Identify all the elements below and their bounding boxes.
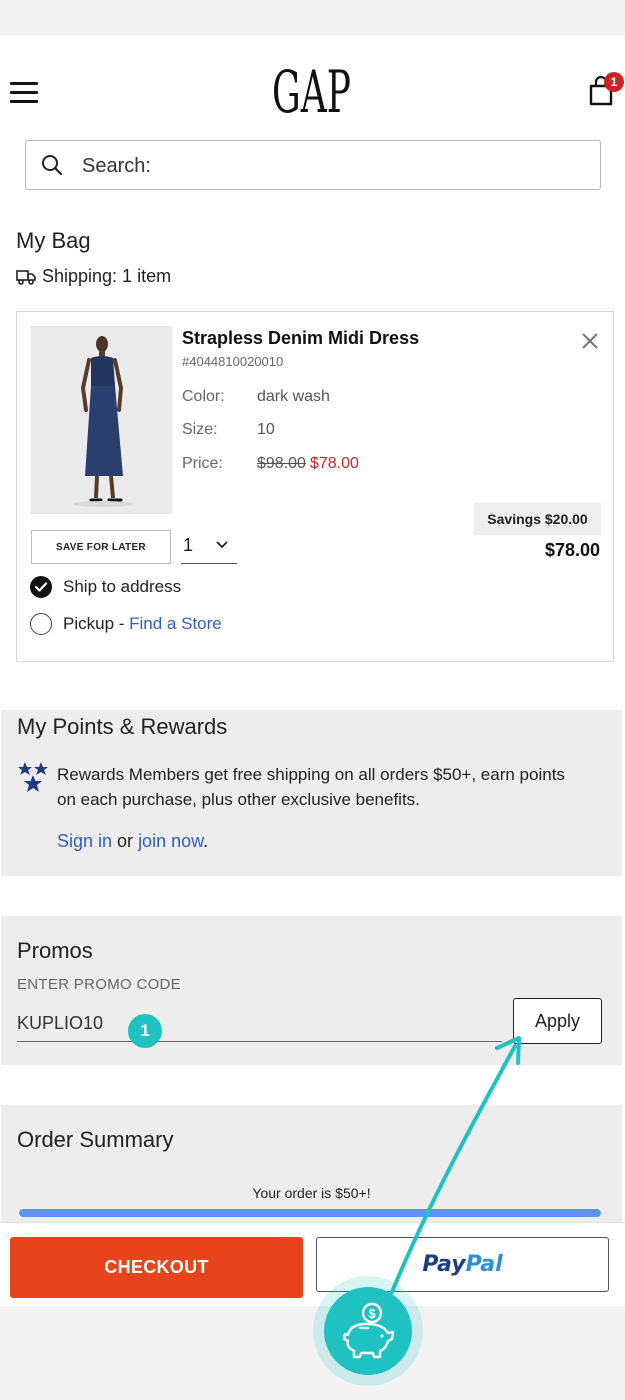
paypal-logo-pal: Pal bbox=[465, 1252, 503, 1277]
rewards-section: My Points & Rewards Rewards Members get … bbox=[1, 710, 622, 876]
truck-icon bbox=[16, 269, 36, 285]
savings-badge: Savings $20.00 bbox=[474, 503, 601, 535]
shipping-summary: Shipping: 1 item bbox=[16, 266, 171, 287]
checkout-button[interactable]: CHECKOUT bbox=[10, 1237, 303, 1298]
size-value: 10 bbox=[257, 421, 275, 438]
unchecked-radio-icon[interactable] bbox=[30, 613, 52, 635]
period-text: . bbox=[203, 831, 209, 851]
apply-promo-button[interactable]: Apply bbox=[513, 998, 602, 1044]
order-summary-title: Order Summary bbox=[17, 1127, 174, 1152]
save-for-later-button[interactable]: SAVE FOR LATER bbox=[31, 530, 171, 564]
promo-code-label: ENTER PROMO CODE bbox=[17, 976, 181, 993]
ship-to-address-label: Ship to address bbox=[63, 577, 182, 596]
bag-count-badge: 1 bbox=[604, 72, 624, 92]
product-name[interactable]: Strapless Denim Midi Dress bbox=[182, 328, 419, 349]
rewards-links: Sign in or join now. bbox=[57, 831, 208, 852]
pickup-label: Pickup - bbox=[63, 614, 130, 633]
product-image[interactable] bbox=[31, 326, 172, 514]
logo-text: GAP bbox=[272, 58, 351, 126]
price-value: $98.00 $78.00 bbox=[257, 455, 359, 473]
order-summary-section: Order Summary Your order is $50+! bbox=[1, 1105, 622, 1223]
promo-code-input[interactable] bbox=[17, 1006, 502, 1042]
rewards-title: My Points & Rewards bbox=[17, 714, 228, 739]
or-text: or bbox=[112, 831, 139, 851]
progress-fill bbox=[19, 1209, 601, 1217]
size-label: Size: bbox=[182, 421, 218, 438]
join-now-link[interactable]: join now bbox=[138, 831, 203, 851]
item-total: $78.00 bbox=[544, 540, 600, 560]
checkout-bar: CHECKOUT Pay Pal bbox=[0, 1222, 625, 1306]
promos-section: Promos ENTER PROMO CODE Apply bbox=[1, 916, 622, 1065]
quantity-value: 1 bbox=[183, 535, 194, 555]
gap-logo[interactable]: GAP bbox=[272, 58, 358, 126]
svg-text:$: $ bbox=[368, 1306, 376, 1321]
rewards-stars-icon bbox=[17, 762, 49, 794]
rewards-description: Rewards Members get free shipping on all… bbox=[57, 765, 565, 809]
page-title: My Bag bbox=[16, 228, 91, 253]
menu-icon[interactable] bbox=[10, 82, 38, 104]
search-icon bbox=[42, 155, 63, 176]
paypal-logo-pay: Pay bbox=[422, 1252, 466, 1277]
quantity-select[interactable]: 1 bbox=[181, 528, 237, 564]
ship-to-address-option[interactable]: Ship to address bbox=[30, 576, 181, 598]
pickup-option[interactable]: Pickup - Find a Store bbox=[30, 613, 222, 635]
piggy-bank-icon[interactable]: $ bbox=[324, 1287, 412, 1375]
sign-in-link[interactable]: Sign in bbox=[57, 831, 112, 851]
search-bar[interactable] bbox=[25, 140, 601, 190]
find-a-store-link[interactable]: Find a Store bbox=[129, 614, 222, 634]
shipping-count: Shipping: 1 item bbox=[42, 266, 172, 286]
checked-radio-icon[interactable] bbox=[30, 576, 52, 598]
sale-price: $78.00 bbox=[309, 455, 359, 472]
search-input[interactable] bbox=[82, 153, 582, 179]
original-price: $98.00 bbox=[257, 455, 306, 472]
step-number-badge: 1 bbox=[128, 1014, 162, 1048]
promos-title: Promos bbox=[17, 938, 93, 963]
free-shipping-progress bbox=[19, 1209, 601, 1217]
free-shipping-message: Your order is $50+! bbox=[252, 1185, 371, 1201]
chevron-down-icon bbox=[216, 541, 228, 549]
price-label: Price: bbox=[182, 455, 223, 472]
color-value: dark wash bbox=[257, 388, 330, 405]
remove-item-icon[interactable] bbox=[579, 330, 601, 352]
product-sku: #4044810020010 bbox=[182, 354, 284, 369]
bag-item-card: Strapless Denim Midi Dress #404481002001… bbox=[16, 311, 614, 662]
color-label: Color: bbox=[182, 388, 225, 405]
